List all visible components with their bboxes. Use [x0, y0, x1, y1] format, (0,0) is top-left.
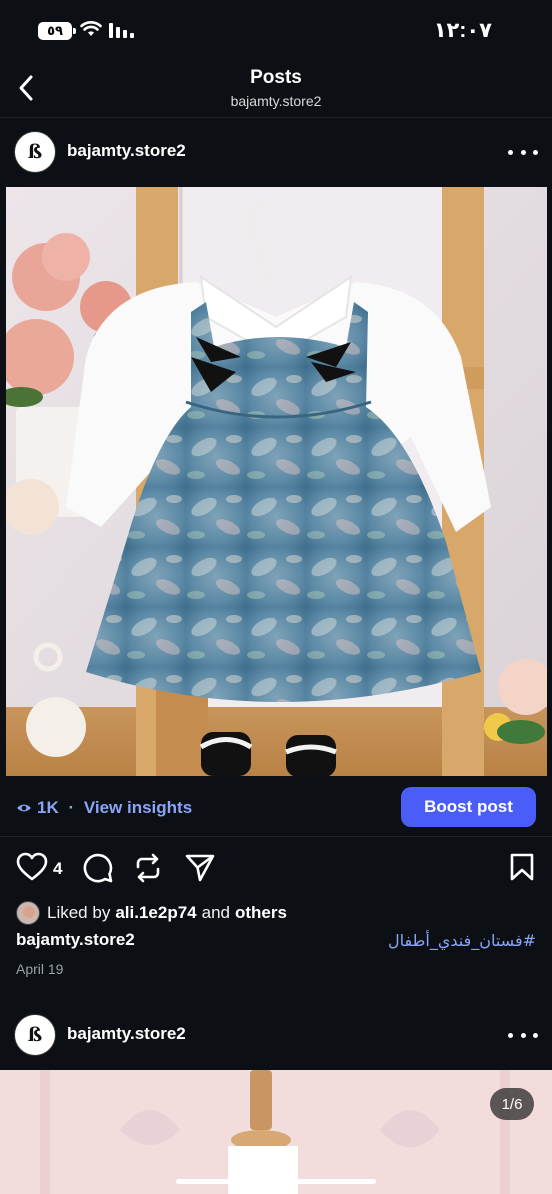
more-icon [508, 149, 513, 155]
bookmark-icon[interactable] [509, 852, 535, 882]
post-username[interactable]: bajamty.store2 [67, 141, 186, 161]
view-insights-link[interactable]: 1K · View insights [16, 798, 192, 818]
liked-by-middle: and [201, 903, 230, 922]
caption-hashtag[interactable]: #فستان_فندي_أطفال [388, 931, 536, 950]
post-date: April 19 [16, 961, 64, 977]
post-username[interactable]: bajamty.store2 [67, 1024, 186, 1044]
more-options-button[interactable] [508, 140, 538, 164]
battery-icon: ٥٩ [38, 22, 76, 40]
like-count[interactable]: 4 [53, 859, 62, 879]
signal-icon [109, 23, 134, 38]
liked-by[interactable]: Liked by ali.1e2p74 and others [16, 900, 292, 926]
liked-by-prefix: Liked by [47, 903, 111, 922]
liked-by-user[interactable]: ali.1e2p74 [115, 903, 196, 923]
views-count: 1K [37, 798, 59, 817]
avatar[interactable]: ß [14, 131, 56, 173]
insights-separator: · [63, 798, 79, 817]
caption-username[interactable]: bajamty.store2 [16, 930, 135, 950]
store-logo-icon: ß [19, 1019, 51, 1051]
more-icon [508, 1032, 513, 1038]
store-logo-icon: ß [19, 136, 51, 168]
liked-by-others[interactable]: others [235, 903, 287, 923]
page-title: Posts [250, 67, 302, 88]
home-indicator[interactable] [176, 1179, 376, 1184]
repost-icon[interactable] [133, 852, 163, 884]
more-options-button[interactable] [508, 1023, 538, 1047]
eye-icon [17, 804, 31, 812]
post-header: ß bajamty.store2 [0, 1001, 552, 1069]
post-header: ß bajamty.store2 [0, 118, 552, 186]
top-nav: Posts bajamty.store2 [0, 60, 552, 118]
comment-icon[interactable] [82, 852, 114, 884]
svg-text:ß: ß [28, 1024, 42, 1046]
wifi-icon [80, 21, 102, 36]
post-actions: 4 [0, 848, 552, 892]
svg-text:ß: ß [28, 141, 42, 163]
image-counter: 1/6 [490, 1088, 534, 1120]
heart-icon[interactable] [16, 852, 48, 882]
page-subtitle: bajamty.store2 [230, 93, 322, 109]
insights-row: 1K · View insights Boost post [0, 777, 552, 837]
status-bar: ٥٩ ١٢:٠٧ [0, 0, 552, 60]
insights-label: View insights [83, 798, 193, 817]
post-image[interactable] [0, 1070, 552, 1194]
post-image[interactable] [6, 187, 547, 776]
send-icon[interactable] [184, 852, 216, 884]
avatar[interactable]: ß [14, 1014, 56, 1056]
status-time: ١٢:٠٧ [433, 19, 492, 42]
next-photo [0, 1070, 552, 1194]
dress-photo [6, 187, 547, 776]
liker-avatar [16, 901, 40, 925]
boost-post-button[interactable]: Boost post [401, 787, 536, 827]
